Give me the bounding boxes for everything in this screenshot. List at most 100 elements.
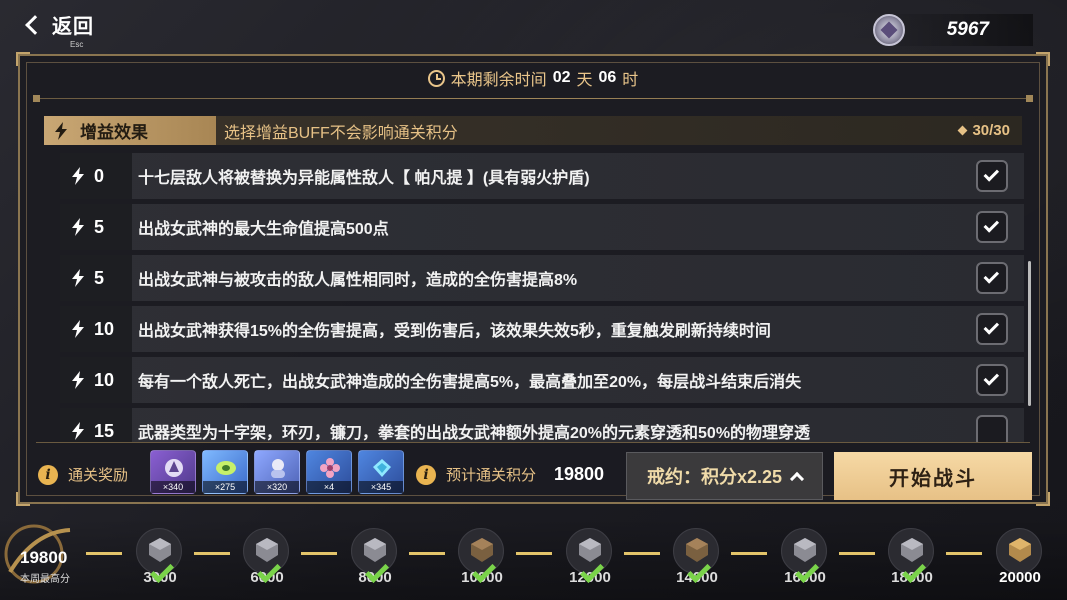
chevron-left-icon: [25, 14, 45, 35]
corner-ornament: [1036, 52, 1050, 66]
tab-buff-effects[interactable]: 增益效果: [44, 116, 216, 145]
milestone-node[interactable]: 12000: [566, 528, 612, 586]
buff-checkbox[interactable]: [976, 415, 1008, 443]
weekly-best-label: 本周最高分: [20, 574, 70, 585]
valkyrie-crest-icon: [165, 459, 183, 477]
milestone-node[interactable]: 8000: [351, 528, 397, 586]
pact-label: 戒约：积分x2.25: [646, 467, 783, 487]
lightning-icon: [72, 422, 84, 440]
buff-checkbox[interactable]: [976, 160, 1008, 192]
lightning-icon: [72, 167, 84, 185]
buff-row[interactable]: 0 十七层敌人将被替换为异能属性敌人【 帕凡提 】(具有弱火护盾): [60, 153, 1024, 199]
buff-description: 出战女武神获得15%的全伤害提高，受到伤害后，该效果失效5秒，重复触发刷新持续时…: [138, 323, 771, 340]
buff-cost-value: 10: [94, 369, 115, 390]
buff-count: 30/30: [958, 122, 1010, 139]
check-icon: [983, 319, 1000, 335]
divider: [36, 442, 1030, 443]
milestone-node[interactable]: 18000: [888, 528, 934, 586]
reward-label-text: 通关奖励: [68, 467, 129, 484]
corner-ornament: [16, 492, 30, 506]
lightning-icon: [72, 320, 84, 338]
check-icon: [983, 268, 1000, 284]
milestone-node[interactable]: 3000: [136, 528, 182, 586]
predict-label: 预计通关积分: [446, 467, 537, 484]
buff-cost: 10: [60, 357, 132, 403]
back-button[interactable]: 返回: [22, 10, 94, 39]
buff-row[interactable]: 15 武器类型为十字架，环刃，镰刀，拳套的出战女武神额外提高20%的元素穿透和5…: [60, 408, 1024, 443]
reward-item[interactable]: ×340: [150, 450, 196, 494]
blue-crystal-icon: [373, 459, 391, 477]
back-label: 返回: [52, 16, 94, 38]
buff-description: 出战女武神与被攻击的敌人属性相同时，造成的全伤害提高8%: [138, 272, 578, 289]
buff-checkbox[interactable]: [976, 364, 1008, 396]
buff-checkbox[interactable]: [976, 313, 1008, 345]
reward-item[interactable]: ×275: [202, 450, 248, 494]
buff-row[interactable]: 5 出战女武神与被攻击的敌人属性相同时，造成的全伤害提高8%: [60, 255, 1024, 301]
buff-cost-value: 5: [94, 267, 105, 288]
reward-qty: ×275: [203, 481, 247, 493]
milestone-node[interactable]: 16000: [781, 528, 827, 586]
tab-label: 增益效果: [80, 123, 148, 142]
buff-description: 十七层敌人将被替换为异能属性敌人【 帕凡提 】(具有弱火护盾): [138, 170, 590, 187]
buff-cost-value: 5: [94, 216, 105, 237]
weekly-best-value: 19800: [20, 548, 68, 567]
buff-note: 选择增益BUFF不会影响通关积分: [224, 124, 458, 142]
buff-cost: 5: [60, 204, 132, 250]
track-segment: [409, 552, 445, 555]
buff-row[interactable]: 10 每有一个敌人死亡，出战女武神造成的全伤害提高5%，最高叠加至20%，每层战…: [60, 357, 1024, 403]
buff-row[interactable]: 10 出战女武神获得15%的全伤害提高，受到伤害后，该效果失效5秒，重复触发刷新…: [60, 306, 1024, 352]
track-segment: [946, 552, 982, 555]
track-segment: [839, 552, 875, 555]
chest-icon: [901, 538, 923, 562]
pact-button[interactable]: 戒约：积分x2.25: [626, 452, 823, 500]
buff-cost: 10: [60, 306, 132, 352]
esc-hint: Esc: [70, 40, 84, 49]
timer-hours-unit: 时: [622, 72, 639, 89]
chest-icon: [149, 538, 171, 562]
milestone-node[interactable]: 14000: [673, 528, 719, 586]
info-icon[interactable]: i: [38, 464, 58, 485]
buff-list[interactable]: 0 十七层敌人将被替换为异能属性敌人【 帕凡提 】(具有弱火护盾) 5 出战女武…: [60, 153, 1024, 443]
milestone-node-final[interactable]: 20000: [996, 528, 1042, 586]
reward-qty: ×345: [359, 481, 403, 493]
track-segment: [301, 552, 337, 555]
buff-row[interactable]: 5 出战女武神的最大生命值提高500点: [60, 204, 1024, 250]
scrollbar[interactable]: [1028, 261, 1031, 406]
lightning-icon: [55, 121, 67, 140]
divider: [33, 95, 1033, 102]
buff-description: 每有一个敌人死亡，出战女武神造成的全伤害提高5%，最高叠加至20%，每层战斗结束…: [138, 374, 802, 391]
lightning-icon: [72, 371, 84, 389]
reward-item[interactable]: ×4: [306, 450, 352, 494]
predict-value: 19800: [554, 464, 605, 484]
clock-icon: [427, 69, 445, 87]
track-segment: [86, 552, 122, 555]
currency-display: 5967: [873, 14, 1033, 46]
reward-item[interactable]: ×320: [254, 450, 300, 494]
reward-item[interactable]: ×345: [358, 450, 404, 494]
info-icon[interactable]: i: [416, 464, 436, 485]
track-segment: [731, 552, 767, 555]
green-disc-icon: [216, 461, 236, 475]
predicted-score: i 预计通关积分 19800: [416, 464, 604, 485]
check-icon: [983, 217, 1000, 233]
buff-cost-value: 0: [94, 165, 105, 186]
chevron-up-icon: [789, 471, 805, 486]
timer-days: 02: [552, 69, 571, 86]
milestone-node[interactable]: 6000: [243, 528, 289, 586]
buff-cost: 15: [60, 408, 132, 443]
valkyrie-portrait-icon: [271, 459, 285, 478]
diamond-icon: [958, 125, 968, 136]
milestone-node[interactable]: 10000: [458, 528, 504, 586]
track-segment: [624, 552, 660, 555]
reward-list: ×340 ×275 ×320 ×4 ×345: [150, 450, 404, 494]
currency-value: 5967: [946, 19, 989, 40]
buff-checkbox[interactable]: [976, 262, 1008, 294]
buff-cost-value: 15: [94, 420, 115, 441]
period-timer: 本期剩余时间 02 天 06 时: [20, 66, 1046, 90]
check-icon: [983, 370, 1000, 386]
start-battle-button[interactable]: 开始战斗: [834, 452, 1032, 500]
timer-days-unit: 天: [576, 72, 593, 89]
buff-cost: 5: [60, 255, 132, 301]
buff-checkbox[interactable]: [976, 211, 1008, 243]
check-icon: [983, 166, 1000, 182]
